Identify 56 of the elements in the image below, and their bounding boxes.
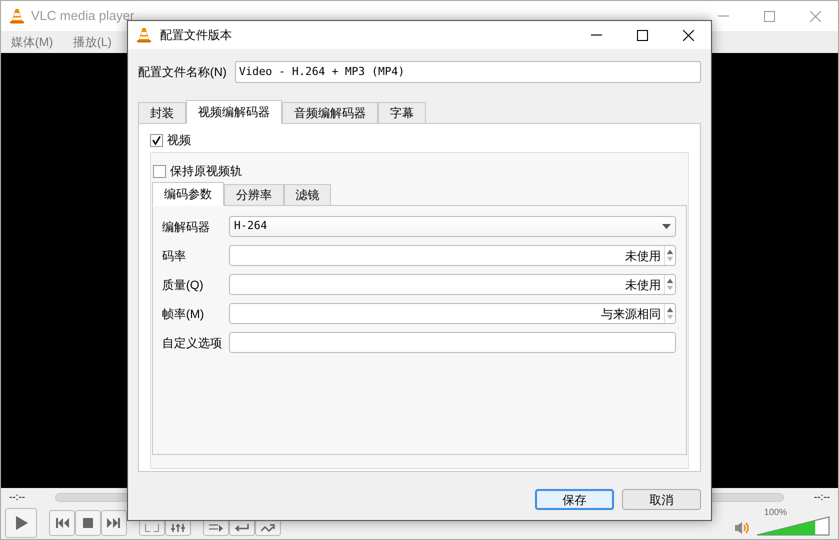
dialog-button[interactable]: 取消 — [622, 489, 701, 510]
spin-box[interactable]: 未使用 — [229, 245, 676, 266]
maximize-icon[interactable] — [636, 30, 648, 40]
codec-dropdown[interactable]: H-264 — [229, 216, 676, 237]
dropdown-value: H-264 — [234, 218, 268, 234]
window-title: VLC media player — [31, 7, 134, 26]
remaining-time: --:-- — [812, 490, 830, 504]
stop-button[interactable] — [75, 510, 101, 536]
spin-box[interactable]: 未使用 — [229, 274, 676, 295]
spin-box[interactable]: 与来源相同 — [229, 303, 676, 324]
field-label: 质量(Q) — [162, 276, 204, 294]
close-icon[interactable] — [682, 30, 694, 40]
checkbox[interactable] — [153, 164, 166, 178]
checkbox-label: 视频 — [167, 132, 191, 149]
dialog-title: 配置文件版本 — [160, 27, 232, 44]
field-label: 帧率(M) — [162, 306, 205, 322]
checkbox-label: 保持原视频轨 — [170, 163, 242, 180]
next-button[interactable] — [101, 510, 127, 536]
play-button[interactable] — [5, 508, 37, 538]
tab[interactable]: 分辨率 — [224, 184, 284, 206]
spin-value: 与来源相同 — [600, 306, 662, 322]
play-icon — [13, 514, 29, 530]
spin-arrows-icon[interactable] — [664, 246, 675, 265]
volume-slider[interactable] — [756, 516, 830, 536]
field-label: 编解码器 — [162, 218, 211, 236]
tab[interactable]: 编码参数 — [152, 182, 224, 206]
equalizer-icon — [171, 524, 185, 532]
spin-arrows-icon[interactable] — [664, 304, 675, 323]
previous-button[interactable] — [49, 510, 75, 536]
playlist-icon — [209, 524, 223, 532]
tab[interactable]: 视频编解码器 — [186, 100, 282, 124]
volume-reading: 100% — [764, 506, 788, 519]
field-label: 配置文件名称(N) — [138, 64, 228, 81]
text-field[interactable] — [229, 332, 676, 353]
checkbox[interactable] — [150, 134, 163, 146]
tab[interactable]: 音频编解码器 — [282, 102, 378, 124]
dialog-button[interactable]: 保存 — [535, 489, 614, 510]
loop-icon — [235, 524, 249, 532]
speaker-icon[interactable] — [734, 520, 750, 536]
field-label: 自定义选项 — [162, 334, 223, 352]
fullscreen-icon — [145, 524, 159, 532]
tab[interactable]: 封装 — [138, 102, 186, 124]
menu-item[interactable]: 播放(L) — [67, 33, 118, 51]
caret-icon — [662, 224, 671, 229]
profile-name-field[interactable]: Video - H.264 + MP3 (MP4) — [235, 61, 701, 83]
tab[interactable]: 字幕 — [378, 102, 426, 124]
spin-arrows-icon[interactable] — [664, 275, 675, 294]
elapsed-time: --:-- — [9, 490, 26, 504]
vlc-cone-icon — [136, 27, 152, 43]
shuffle-icon — [261, 524, 275, 532]
spin-value: 未使用 — [624, 276, 662, 294]
spin-value: 未使用 — [624, 248, 662, 264]
field-label: 码率 — [162, 248, 187, 264]
tab[interactable]: 滤镜 — [284, 184, 331, 206]
vlc-cone-icon — [9, 8, 25, 24]
menu-item[interactable]: 媒体(M) — [5, 33, 59, 51]
